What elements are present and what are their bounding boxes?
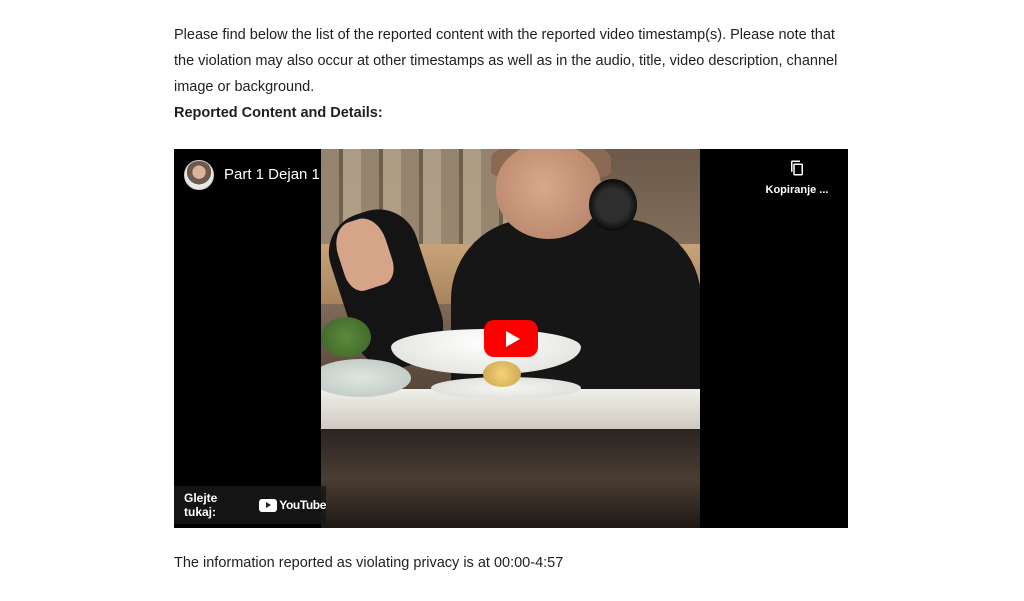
violation-timestamp-text: The information reported as violating pr…	[174, 555, 564, 571]
watch-on-youtube-button[interactable]: Glejte tukaj: YouTube	[174, 486, 326, 524]
report-content: Please find below the list of the report…	[174, 22, 854, 126]
copy-link-icon	[791, 160, 803, 176]
copy-link-label: Kopiranje ...	[765, 184, 829, 196]
youtube-logo-icon	[259, 498, 278, 512]
copy-link-button[interactable]: Kopiranje ...	[762, 159, 832, 197]
video-title[interactable]: Part 1 Dejan 1	[224, 166, 320, 184]
reported-content-heading: Reported Content and Details:	[174, 105, 383, 121]
video-channel-header: Part 1 Dejan 1	[184, 159, 320, 191]
youtube-logo: YouTube	[259, 498, 326, 512]
video-embed[interactable]: Part 1 Dejan 1 Kopiranje ... Glejte tuka…	[174, 149, 848, 528]
play-icon	[505, 330, 520, 347]
thumbnail-food	[483, 361, 521, 387]
report-intro-paragraph: Please find below the list of the report…	[174, 27, 838, 95]
thumbnail-reflection	[321, 429, 700, 528]
youtube-wordmark: YouTube	[279, 498, 326, 512]
thumbnail-headphones	[589, 179, 637, 231]
channel-avatar[interactable]	[184, 160, 214, 190]
thumbnail-hand	[329, 213, 399, 296]
play-button[interactable]	[484, 320, 538, 357]
watch-on-label: Glejte tukaj:	[184, 491, 218, 519]
thumbnail-greens	[321, 317, 371, 357]
